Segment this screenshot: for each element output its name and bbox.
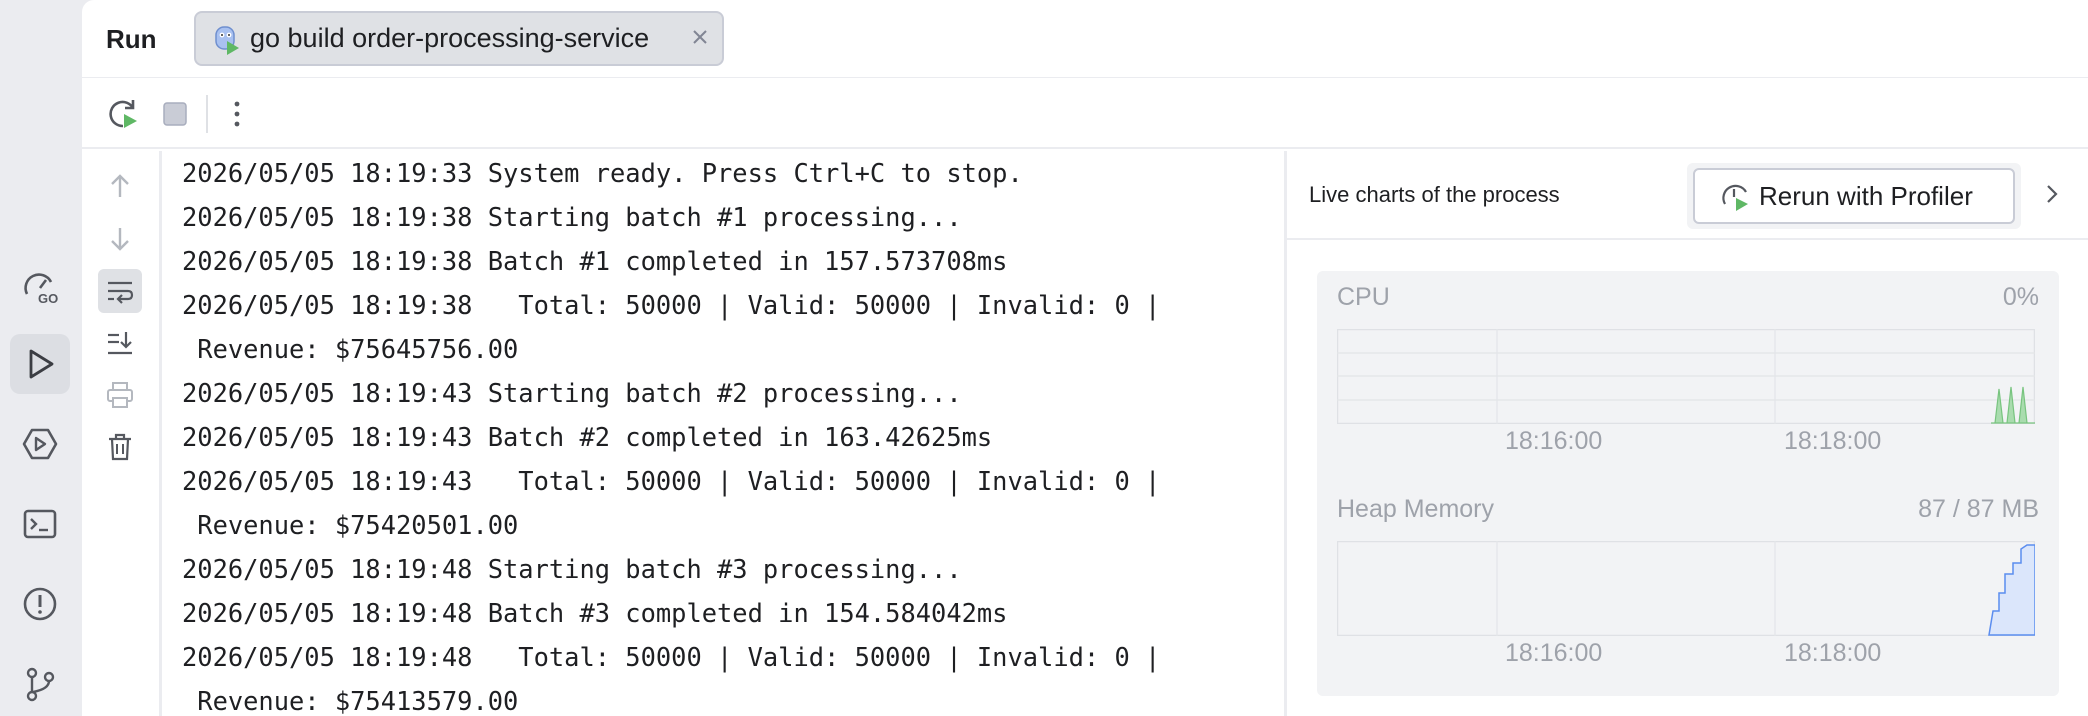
heap-tick-label: 18:18:00: [1784, 639, 1882, 667]
previous-occurrence-button[interactable]: [98, 164, 142, 208]
print-button[interactable]: [98, 373, 142, 417]
git-icon: [26, 667, 55, 702]
console-gutter: [82, 151, 161, 716]
rerun-button[interactable]: [104, 95, 142, 133]
run-tool-button[interactable]: [10, 334, 70, 394]
live-charts-header: Live charts of the process Rerun with Pr…: [1287, 151, 2088, 240]
run-header: Run go build order-processing-service: [82, 0, 2088, 78]
gopher-run-icon: [215, 25, 239, 55]
console-line: 2026/05/05 18:19:43 Total: 50000 | Valid…: [182, 466, 1161, 496]
console-line: 2026/05/05 18:19:38 Total: 50000 | Valid…: [182, 290, 1161, 320]
cpu-chart-label: CPU: [1337, 283, 1390, 311]
live-charts-panel: Live charts of the process Rerun with Pr…: [1287, 151, 2088, 716]
console-line: 2026/05/05 18:19:38 Batch #1 completed i…: [182, 246, 1008, 276]
cpu-chart: [1337, 329, 2035, 424]
cpu-chart-value: 0%: [2002, 283, 2039, 311]
cpu-tick-label: 18:18:00: [1784, 427, 1882, 455]
run-config-tab-label: go build order-processing-service: [250, 23, 650, 53]
run-config-tab[interactable]: go build order-processing-service: [194, 11, 724, 66]
run-icon: [29, 349, 54, 379]
services-icon: [22, 428, 58, 460]
live-charts-title: Live charts of the process: [1309, 182, 1560, 207]
stop-icon: [163, 102, 187, 126]
cpu-tick-label: 18:16:00: [1505, 427, 1603, 455]
soft-wrap-icon: [108, 281, 134, 304]
heap-tick-label: 18:16:00: [1505, 639, 1603, 667]
heap-chart: [1337, 541, 2035, 636]
heap-chart-frame: [1337, 541, 2035, 636]
problems-icon: [23, 587, 57, 621]
terminal-button[interactable]: [10, 494, 70, 554]
go-profiler-button[interactable]: GO: [10, 257, 70, 317]
profiler-icon: [1722, 184, 1748, 211]
scroll-to-end-button[interactable]: [98, 321, 142, 365]
console-line: Revenue: $75420501.00: [182, 510, 519, 540]
more-vertical-icon: [234, 101, 240, 127]
soft-wrap-button[interactable]: [98, 269, 142, 313]
arrow-down-icon: [111, 228, 129, 251]
services-button[interactable]: [10, 414, 70, 474]
more-actions-button[interactable]: [218, 95, 256, 133]
rerun-with-profiler-label: Rerun with Profiler: [1759, 180, 1973, 211]
next-occurrence-button[interactable]: [98, 217, 142, 261]
console-line: 2026/05/05 18:19:48 Batch #3 completed i…: [182, 598, 1008, 628]
go-profiler-icon: GO: [24, 273, 58, 306]
heap-chart-label: Heap Memory: [1337, 495, 1494, 523]
charts-area: CPU 0% 18:16:00 18:18:00 Heap Memory 87 …: [1317, 271, 2059, 696]
close-icon[interactable]: [688, 25, 712, 49]
arrow-up-icon: [111, 174, 129, 197]
print-icon: [107, 382, 133, 408]
console-line: Revenue: $75413579.00: [182, 686, 519, 716]
run-toolbar: [82, 79, 2088, 149]
console-line: 2026/05/05 18:19:48 Starting batch #3 pr…: [182, 554, 962, 584]
console-line: 2026/05/05 18:19:43 Batch #2 completed i…: [182, 422, 993, 452]
run-tool-window: Run go build order-processing-service 20…: [82, 0, 2088, 716]
stop-button[interactable]: [156, 95, 194, 133]
console-line: Revenue: $75645756.00: [182, 334, 519, 364]
console-output[interactable]: 2026/05/05 18:19:33 System ready. Press …: [162, 151, 1366, 716]
terminal-icon: [23, 509, 57, 539]
console-line: 2026/05/05 18:19:43 Starting batch #2 pr…: [182, 378, 962, 408]
console-line: 2026/05/05 18:19:38 Starting batch #1 pr…: [182, 202, 962, 232]
rerun-with-profiler-button[interactable]: Rerun with Profiler: [1693, 168, 2015, 224]
scroll-to-end-icon: [108, 332, 132, 355]
chevron-right-icon[interactable]: [2039, 181, 2065, 207]
toolbar-separator: [206, 95, 208, 133]
activity-bar: GO: [0, 0, 82, 716]
svg-text:GO: GO: [38, 291, 58, 306]
git-button[interactable]: [10, 654, 70, 714]
rerun-icon: [109, 100, 137, 128]
console-line: 2026/05/05 18:19:33 System ready. Press …: [182, 158, 1023, 188]
tool-window-title: Run: [106, 24, 157, 54]
clear-all-button[interactable]: [98, 425, 142, 469]
trash-icon: [109, 433, 131, 461]
rerun-with-profiler-wrapper: Rerun with Profiler: [1687, 163, 2021, 229]
heap-chart-value: 87 / 87 MB: [1918, 495, 2039, 523]
problems-button[interactable]: [10, 574, 70, 634]
console-line: 2026/05/05 18:19:48 Total: 50000 | Valid…: [182, 642, 1161, 672]
